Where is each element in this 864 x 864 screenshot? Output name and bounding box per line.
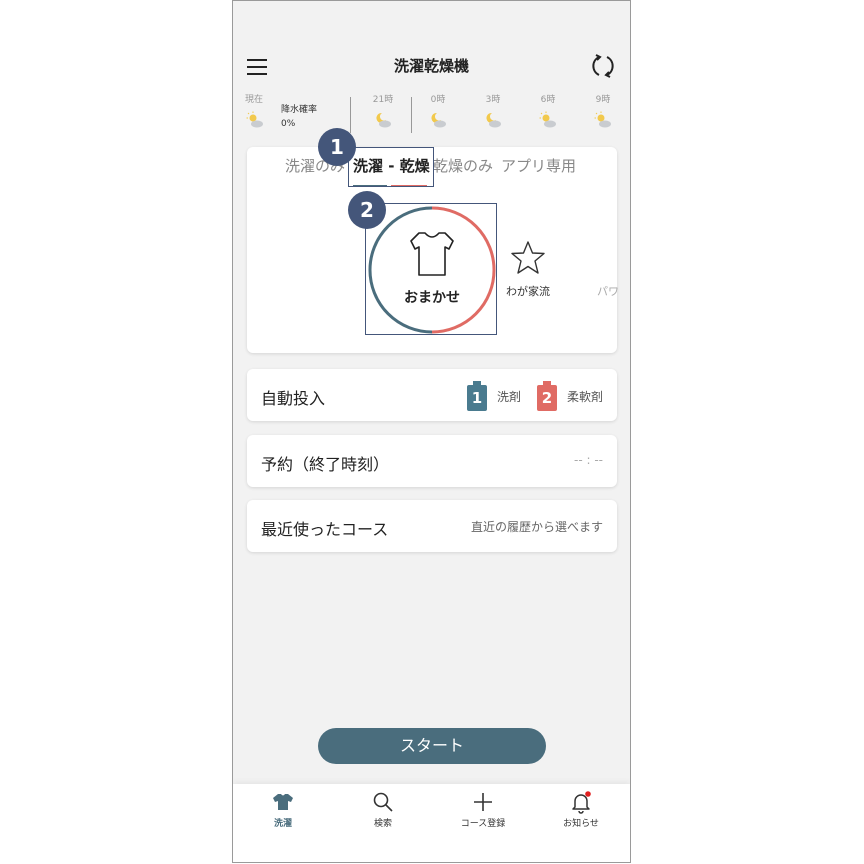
auto-dose-row[interactable]: 自動投入 1 洗剤 2 柔軟剤	[247, 369, 617, 421]
nav-search-label: 検索	[373, 819, 392, 829]
sun-cloud-icon	[246, 111, 263, 128]
nav-wash-label: 洗濯	[273, 819, 292, 829]
recent-courses-row[interactable]: 最近使ったコース 直近の履歴から選べます	[247, 500, 617, 552]
sun-cloud-icon	[594, 111, 611, 128]
nav-course-register[interactable]: コース登録	[433, 790, 533, 829]
divider	[411, 97, 412, 133]
app-header: 洗濯乾燥機	[233, 45, 630, 89]
highlight-box-1	[348, 147, 434, 187]
course-label-power[interactable]: パワ	[597, 283, 619, 299]
reservation-label: 予約（終了時刻）	[261, 455, 390, 474]
page-title: 洗濯乾燥機	[393, 57, 469, 75]
phone-screen: 洗濯乾燥機 現在 降水確率 0% 21時 0時 3時 6時 9時 洗濯のみ 洗濯…	[232, 0, 631, 863]
weather-hour: 3時	[473, 93, 513, 129]
tab-dry-only[interactable]: 乾燥のみ	[433, 155, 493, 176]
callout-badge-1: 1	[318, 128, 356, 166]
nav-search[interactable]: 検索	[333, 790, 433, 829]
star-icon	[511, 241, 545, 274]
weather-hour: 6時	[528, 93, 568, 129]
refresh-icon[interactable]	[590, 53, 616, 79]
softener-label: 柔軟剤	[567, 390, 604, 404]
nav-wash[interactable]: 洗濯	[233, 790, 333, 829]
nav-notifications-label: お知らせ	[563, 819, 599, 829]
recent-courses-label: 最近使ったコース	[261, 520, 389, 539]
nav-course-register-label: コース登録	[460, 819, 506, 829]
shirt-icon	[410, 232, 454, 276]
tank2-number: 2	[541, 389, 553, 407]
weather-hour: 9時	[583, 93, 623, 129]
weather-strip: 現在 降水確率 0% 21時 0時 3時 6時 9時	[233, 93, 630, 139]
detergent-label: 洗剤	[497, 390, 522, 404]
weather-hour: 0時	[418, 93, 458, 129]
rain-probability: 降水確率 0%	[281, 105, 318, 129]
nav-notifications[interactable]: お知らせ	[531, 790, 630, 829]
sun-cloud-icon	[539, 111, 556, 128]
weather-hour: 21時	[363, 93, 403, 129]
course-my-style[interactable]: わが家流	[503, 239, 553, 299]
dial-ring	[368, 206, 496, 334]
shirt-nav-icon	[273, 794, 293, 810]
divider	[350, 97, 351, 133]
notification-dot	[585, 791, 591, 797]
moon-cloud-icon	[431, 112, 446, 128]
moon-cloud-icon	[486, 112, 501, 128]
tank1-number: 1	[471, 389, 483, 407]
weather-now: 現在	[235, 93, 275, 129]
tab-app-only[interactable]: アプリ専用	[501, 155, 576, 176]
course-label-my-style: わが家流	[506, 285, 550, 298]
reservation-row[interactable]: 予約（終了時刻） -- : --	[247, 435, 617, 487]
start-button[interactable]: スタート	[318, 728, 546, 764]
course-dial-omakase[interactable]: おまかせ	[367, 205, 497, 335]
course-label-omakase: おまかせ	[404, 290, 460, 306]
plus-icon	[474, 793, 492, 811]
auto-dose-label: 自動投入	[261, 389, 326, 408]
course-selector-card: 洗濯のみ 洗濯 - 乾燥 乾燥のみ アプリ専用 1 2 おまかせ わが家流 パワ	[247, 128, 619, 353]
recent-courses-hint: 直近の履歴から選べます	[470, 520, 603, 534]
search-icon	[373, 792, 393, 812]
bottom-nav: 洗濯 検索 コース登録 お知らせ	[233, 784, 630, 862]
moon-cloud-icon	[376, 112, 391, 128]
bell-icon	[572, 791, 591, 814]
reservation-time: -- : --	[574, 453, 603, 467]
